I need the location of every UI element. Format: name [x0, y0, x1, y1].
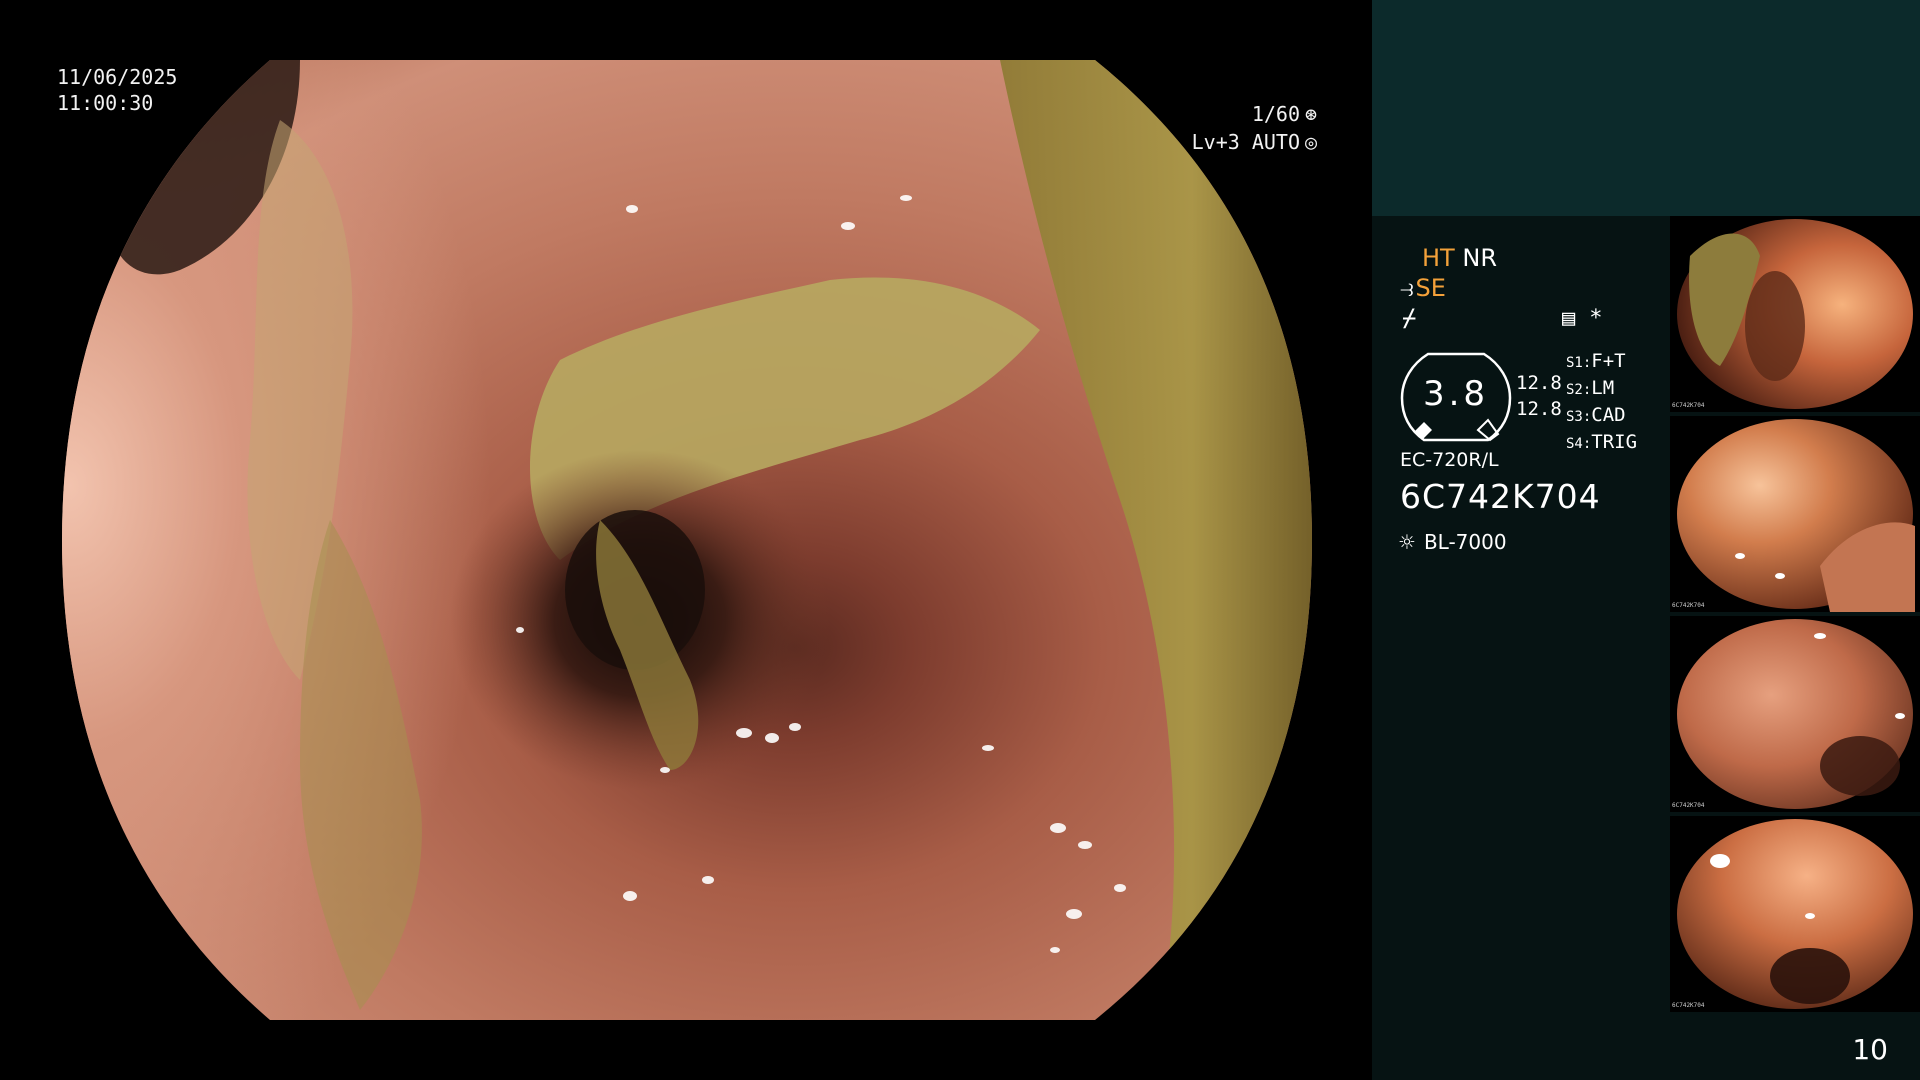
gain-top: 12.8 — [1516, 372, 1562, 394]
slot-2: S2:LM — [1566, 377, 1615, 399]
mode-nr: NR — [1462, 244, 1497, 272]
slot-3: S3:CAD — [1566, 404, 1626, 426]
aperture-icon: ⊛ — [1304, 102, 1318, 126]
scope-model: EC-720R/L — [1400, 449, 1499, 471]
iris-icon: ◎ — [1304, 130, 1318, 154]
slot-1: S1:F+T — [1566, 350, 1626, 372]
sun-icon: ☼ — [1398, 530, 1416, 554]
thumbnail[interactable]: 6C742K704 — [1670, 816, 1920, 1012]
shutter-text: 1/60 — [1251, 102, 1300, 126]
thumbnail[interactable]: 6C742K704 — [1670, 616, 1920, 812]
thumbnail-caption: 6C742K704 — [1672, 802, 1705, 809]
switch-assignments: S1:F+T S2:LM S3:CAD S4:TRIG — [1566, 349, 1637, 457]
panel-header-area — [1372, 0, 1920, 216]
mode-se: SE — [1415, 274, 1446, 302]
info-panel: HT NR ⥽SE ⌿ ▤ * 3.8 12.8 12.8 S1:F+T S2:L… — [1372, 0, 1920, 1080]
date-text: 11/06/2025 — [57, 65, 178, 89]
brightness-gauge: 3.8 — [1400, 350, 1512, 444]
no-flash-icon: ⌿ — [1402, 304, 1417, 332]
thumbnail-caption: 6C742K704 — [1672, 602, 1705, 609]
thumbnail-caption: 6C742K704 — [1672, 1002, 1705, 1009]
light-source: ☼ BL-7000 — [1398, 530, 1507, 554]
preset-list-icon: ▤ — [1562, 306, 1576, 331]
image-mode-row: HT NR — [1422, 244, 1497, 272]
enhance-mode-row: ⥽SE — [1400, 274, 1446, 302]
exposure-params: 1/60 ⊛ Lv+3 AUTO ◎ — [1192, 100, 1320, 156]
scope-serial: 6C742K704 — [1400, 477, 1601, 516]
gain-values: 12.8 12.8 — [1516, 370, 1562, 422]
thumbnail[interactable]: 6C742K704 — [1670, 216, 1920, 412]
timestamp: 11/06/2025 11:00:30 — [57, 64, 177, 116]
slot-4: S4:TRIG — [1566, 431, 1638, 453]
time-text: 11:00:30 — [57, 91, 154, 115]
thumbnail-caption: 6C742K704 — [1672, 402, 1705, 409]
thumbnail[interactable]: 6C742K704 — [1670, 416, 1920, 612]
light-source-label: BL-7000 — [1423, 530, 1507, 554]
level-text: Lv+3 AUTO — [1191, 130, 1300, 154]
preset-icons: ▤ * — [1562, 306, 1617, 331]
mode-ht: HT — [1422, 244, 1455, 272]
page-number: 10 — [1852, 1033, 1888, 1066]
endoscope-view: 11/06/2025 11:00:30 1/60 ⊛ Lv+3 AUTO ◎ — [0, 0, 1372, 1080]
gauge-value: 3.8 — [1422, 374, 1490, 414]
gain-bottom: 12.8 — [1516, 398, 1562, 420]
endoscopic-image — [62, 60, 1312, 1020]
nozzle-icon: ⥽ — [1400, 274, 1414, 302]
star-marker: * — [1589, 306, 1603, 331]
